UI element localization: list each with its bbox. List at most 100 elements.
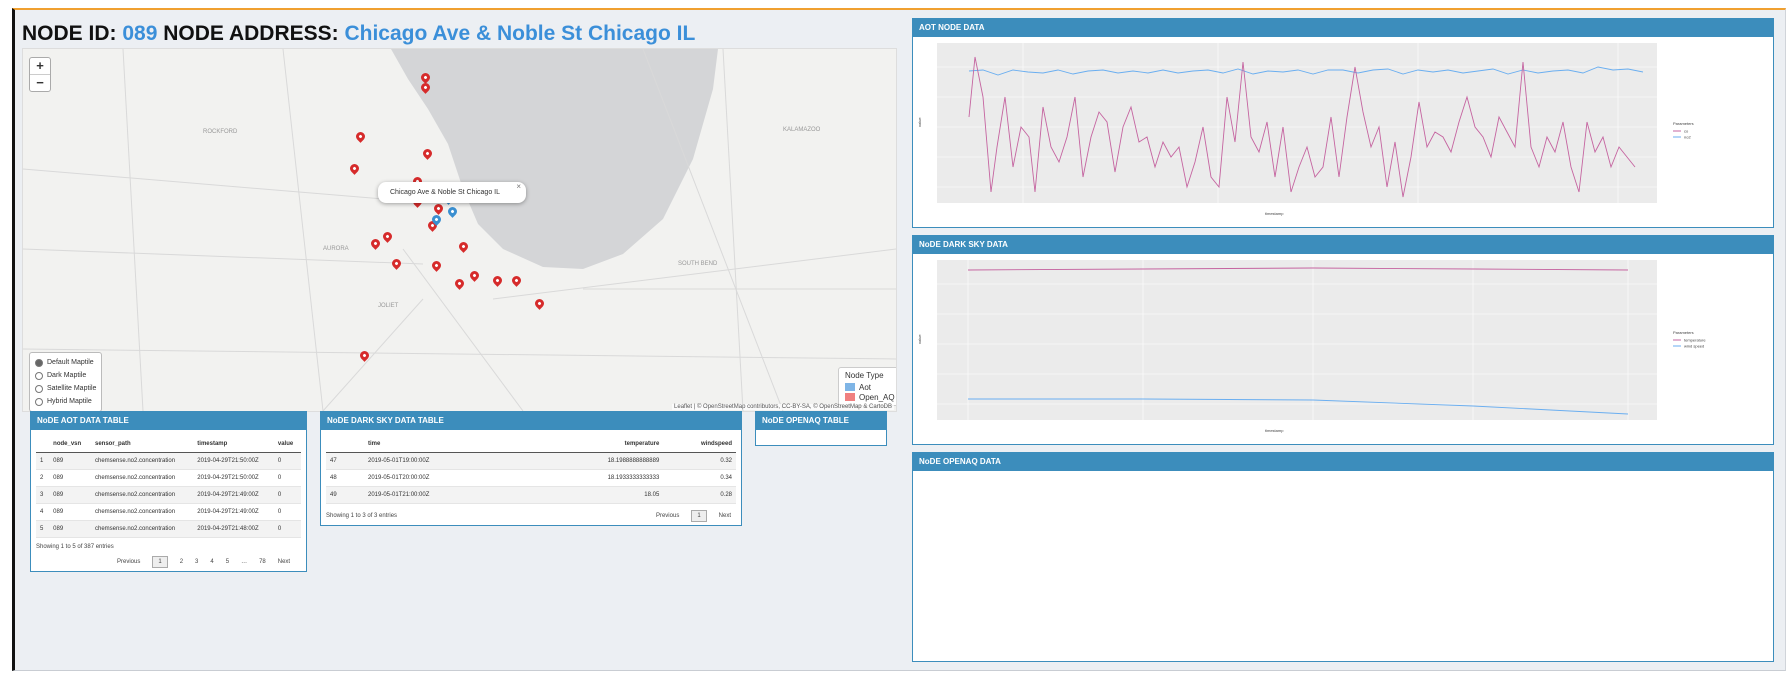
popup-close-icon[interactable]: × (516, 176, 521, 197)
radio-icon (35, 358, 43, 367)
map-attribution[interactable]: Leaflet | © OpenStreetMap contributors, … (672, 404, 894, 410)
pager-next[interactable]: Next (278, 559, 290, 565)
col-header[interactable]: node_vsn (49, 436, 91, 453)
place-label: JOLIET (378, 303, 399, 309)
tile-option-label: Satellite Maptile (47, 385, 97, 392)
col-header[interactable]: timestamp (193, 436, 274, 453)
table-cell: 089 (49, 503, 91, 521)
node-address-label: NODE ADDRESS: (163, 22, 339, 45)
aot-chart-box: AOT NODE DATA timestamp value Parameters… (912, 18, 1774, 228)
x-axis-title: timestamp (1265, 428, 1284, 433)
table-row: 4 089 chemsense.no2.concentration 2019-04-2… (36, 503, 301, 521)
table-cell: 1 (36, 452, 50, 470)
place-label: AURORA (323, 246, 349, 252)
box-title: NoDE DARK SKY DATA TABLE (321, 412, 741, 430)
zoom-control: + − (29, 57, 51, 92)
tile-option-label: Hybrid Maptile (47, 398, 92, 405)
table-cell: 18.05 (552, 486, 664, 504)
table-cell: 18.1988888888889 (552, 452, 664, 470)
col-header[interactable]: sensor_path (91, 436, 194, 453)
darksky-chart-box: NoDE DARK SKY DATA timestamp value Param… (912, 235, 1774, 445)
pagination: Previous 1 2 3 4 5 … 78 Next (117, 556, 306, 568)
table-cell: 2019-04-29T21:50:00Z (193, 452, 274, 470)
pager-page[interactable]: 78 (259, 559, 266, 565)
table-row: 47 2019-05-01T19:00:00Z 18.1988888888889 0.… (326, 452, 736, 470)
box-title: NoDE OPENAQ TABLE (756, 412, 886, 430)
table-cell: 0.28 (663, 486, 736, 504)
tile-option[interactable]: Satellite Maptile (35, 382, 96, 395)
page-title: NODE ID: 089 NODE ADDRESS: Chicago Ave &… (22, 22, 695, 46)
table-info: Showing 1 to 3 of 3 entries (326, 513, 398, 519)
pager-page[interactable]: 1 (691, 510, 707, 522)
table-cell: 2019-05-01T20:00:00Z (364, 469, 552, 487)
legend-label-temperature: temperature (1684, 338, 1706, 343)
pager-previous[interactable]: Previous (117, 559, 140, 565)
table-row: 5 089 chemsense.no2.concentration 2019-04-2… (36, 520, 301, 538)
box-title: AOT NODE DATA (913, 19, 1773, 37)
pager-page[interactable]: 1 (152, 556, 168, 568)
col-header[interactable] (36, 436, 50, 453)
table-cell: 2019-04-29T21:49:00Z (193, 486, 274, 504)
table-cell: 0 (273, 486, 301, 504)
box-title: NoDE OPENAQ DATA (913, 453, 1773, 471)
tile-option-label: Dark Maptile (47, 372, 87, 379)
tile-option[interactable]: Default Maptile (35, 356, 96, 369)
popup-text: Chicago Ave & Noble St Chicago IL (390, 189, 500, 196)
table-row: 49 2019-05-01T21:00:00Z 18.05 0.28 (326, 486, 736, 504)
tile-option-label: Default Maptile (47, 359, 94, 366)
y-axis-title: value (917, 334, 922, 344)
tile-option[interactable]: Hybrid Maptile (35, 395, 96, 408)
table-cell: 089 (49, 486, 91, 504)
table-cell: 089 (49, 452, 91, 470)
table-cell: 0 (273, 520, 301, 538)
pager-page[interactable]: 4 (210, 559, 213, 565)
pager-next[interactable]: Next (719, 513, 731, 519)
table-cell: 0 (273, 469, 301, 487)
col-header[interactable]: windspeed (663, 436, 736, 453)
legend-label: Open_AQ (859, 392, 895, 402)
table-info: Showing 1 to 5 of 387 entries (36, 544, 114, 550)
table-cell: 3 (36, 486, 50, 504)
col-header[interactable]: temperature (552, 436, 664, 453)
col-header[interactable]: time (364, 436, 552, 453)
node-id-label: NODE ID: (22, 22, 117, 45)
zoom-out-button[interactable]: − (30, 75, 50, 91)
table-cell: 0 (273, 452, 301, 470)
tile-option[interactable]: Dark Maptile (35, 369, 96, 382)
radio-icon (35, 384, 43, 393)
pager-page[interactable]: 3 (195, 559, 198, 565)
pager-page[interactable]: 2 (180, 559, 183, 565)
legend-swatch (845, 393, 855, 401)
node-id-value: 089 (122, 22, 158, 45)
node-map[interactable]: + − ROCKFORD KALAMAZOO AURORA JOLIET SOU… (22, 48, 897, 412)
table-cell: 2 (36, 469, 50, 487)
place-label: KALAMAZOO (783, 127, 821, 133)
table-cell: 089 (49, 469, 91, 487)
pager-ellipsis: … (241, 559, 248, 565)
table-cell: 089 (49, 520, 91, 538)
table-cell: 0.32 (663, 452, 736, 470)
table-row: 48 2019-05-01T20:00:00Z 18.1933333333333 0.… (326, 469, 736, 487)
table-cell: 4 (36, 503, 50, 521)
tile-layer-control: Default Maptile Dark Maptile Satellite M… (29, 352, 103, 411)
zoom-in-button[interactable]: + (30, 58, 50, 75)
aot-data-table: node_vsn sensor_path timestamp value 1 08… (36, 436, 301, 538)
pager-previous[interactable]: Previous (656, 513, 679, 519)
node-address-value: Chicago Ave & Noble St Chicago IL (344, 22, 696, 45)
table-cell: 48 (326, 469, 364, 487)
table-cell: 0.34 (663, 469, 736, 487)
table-cell: 49 (326, 486, 364, 504)
radio-icon (35, 371, 43, 380)
darksky-table-box: NoDE DARK SKY DATA TABLE time temperatur… (320, 411, 742, 526)
place-label: SOUTH BEND (678, 261, 718, 267)
table-cell: chemsense.no2.concentration (91, 503, 194, 521)
aot-line-chart: timestamp value Parameters co no2 (917, 43, 1694, 216)
openaq-chart-box: NoDE OPENAQ DATA (912, 452, 1774, 662)
table-cell: chemsense.no2.concentration (91, 520, 194, 538)
table-cell: chemsense.no2.concentration (91, 469, 194, 487)
legend-swatch (845, 383, 855, 391)
pager-page[interactable]: 5 (226, 559, 229, 565)
col-header[interactable]: value (273, 436, 301, 453)
darksky-data-table: time temperature windspeed 47 2019-05-01T… (326, 436, 736, 504)
col-header[interactable] (326, 436, 364, 453)
